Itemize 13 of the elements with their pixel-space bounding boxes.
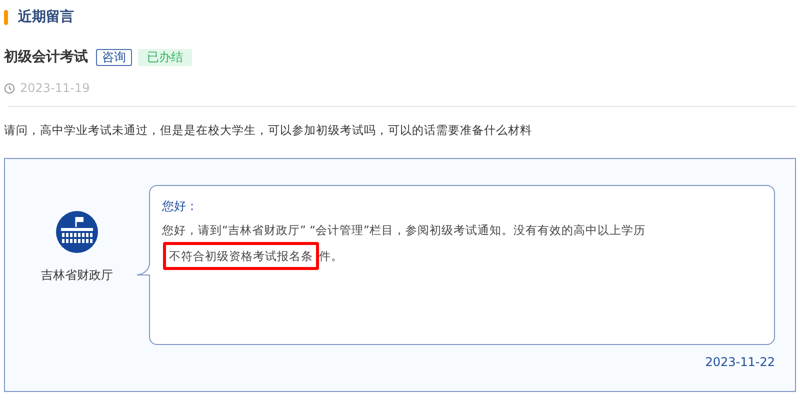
type-tag: 咨询 <box>96 48 132 66</box>
highlight-box: 不符合初级资格考试报名条 <box>163 242 319 270</box>
message-date: 2023-11-19 <box>20 81 90 95</box>
question-text: 请问，高中学业考试未通过，但是是在校大学生，可以参加初级考试吗，可以的话需要准备什么材料 <box>4 123 533 138</box>
status-tag: 已办结 <box>138 48 192 66</box>
reply-greeting: 您好： <box>162 198 199 215</box>
section-title: 近期留言 <box>18 8 74 26</box>
reply-date: 2023-11-22 <box>705 355 775 369</box>
message-title: 初级会计考试 <box>4 48 88 66</box>
government-building-icon <box>56 211 98 253</box>
reply-text: 您好，请到“吉林省财政厅” “会计管理”栏目，参阅初级考试通知。没有有效的高中以上学历 不符合初级资格考试报名条 件。 <box>162 217 762 269</box>
responder-name: 吉林省财政厅 <box>41 267 113 284</box>
clock-icon <box>4 82 15 94</box>
